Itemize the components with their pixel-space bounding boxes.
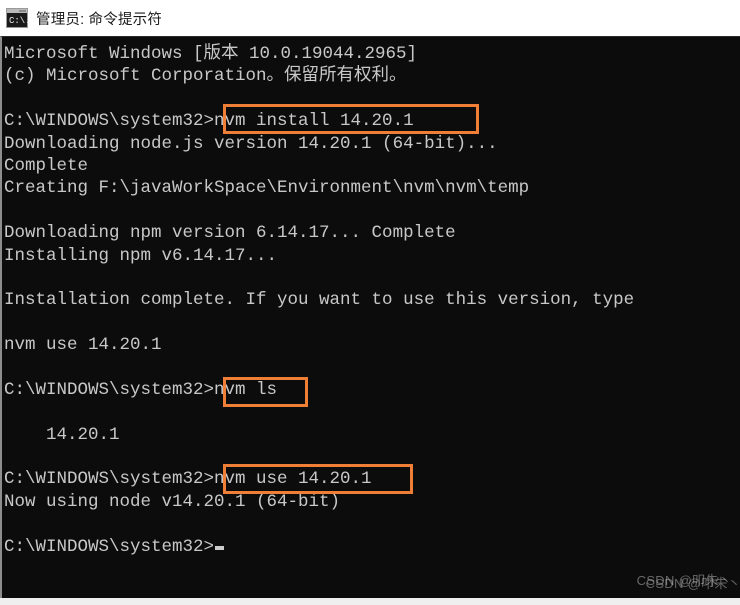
console-line: 14.20.1 bbox=[4, 424, 120, 445]
watermark-text-duplicate: CSDN @叩朱丶 bbox=[645, 576, 740, 591]
terminal-window[interactable]: Microsoft Windows [版本 10.0.19044.2965] (c… bbox=[0, 36, 740, 598]
console-line: nvm use 14.20.1 bbox=[4, 335, 162, 356]
console-line: Downloading npm version 6.14.17... Compl… bbox=[4, 223, 456, 244]
text-cursor bbox=[215, 545, 225, 550]
console-line: Now using node v14.20.1 (64-bit) bbox=[4, 491, 341, 512]
bottom-strip bbox=[0, 598, 740, 605]
cmd-console-icon: C:\. bbox=[6, 8, 31, 28]
screenshot-root: C:\. 管理员: 命令提示符 Microsoft Windows [版本 10… bbox=[0, 0, 740, 605]
console-line: C:\WINDOWS\system32>nvm use 14.20.1 bbox=[4, 469, 372, 490]
console-line: C:\WINDOWS\system32>nvm ls bbox=[4, 379, 278, 400]
csdn-watermark: CSDN @叩朱丶 CSDN @叩朱丶 bbox=[637, 570, 740, 591]
window-titlebar: C:\. 管理员: 命令提示符 bbox=[0, 0, 740, 36]
window-title: 管理员: 命令提示符 bbox=[36, 11, 163, 28]
console-line: Downloading node.js version 14.20.1 (64-… bbox=[4, 133, 498, 154]
console-line: C:\WINDOWS\system32> bbox=[4, 536, 740, 558]
console-line: C:\WINDOWS\system32>nvm install 14.20.1 bbox=[4, 111, 414, 132]
console-line: Creating F:\javaWorkSpace\Environment\nv… bbox=[4, 178, 530, 199]
console-line: (c) Microsoft Corporation。保留所有权利。 bbox=[4, 66, 407, 87]
console-output: Microsoft Windows [版本 10.0.19044.2965] (c… bbox=[2, 37, 740, 558]
console-line: Microsoft Windows [版本 10.0.19044.2965] bbox=[4, 44, 418, 64]
console-line: Installing npm v6.14.17... bbox=[4, 245, 278, 266]
console-line: Complete bbox=[4, 155, 89, 176]
svg-text:C:\.: C:\. bbox=[9, 16, 28, 26]
console-line: Installation complete. If you want to us… bbox=[4, 290, 635, 311]
